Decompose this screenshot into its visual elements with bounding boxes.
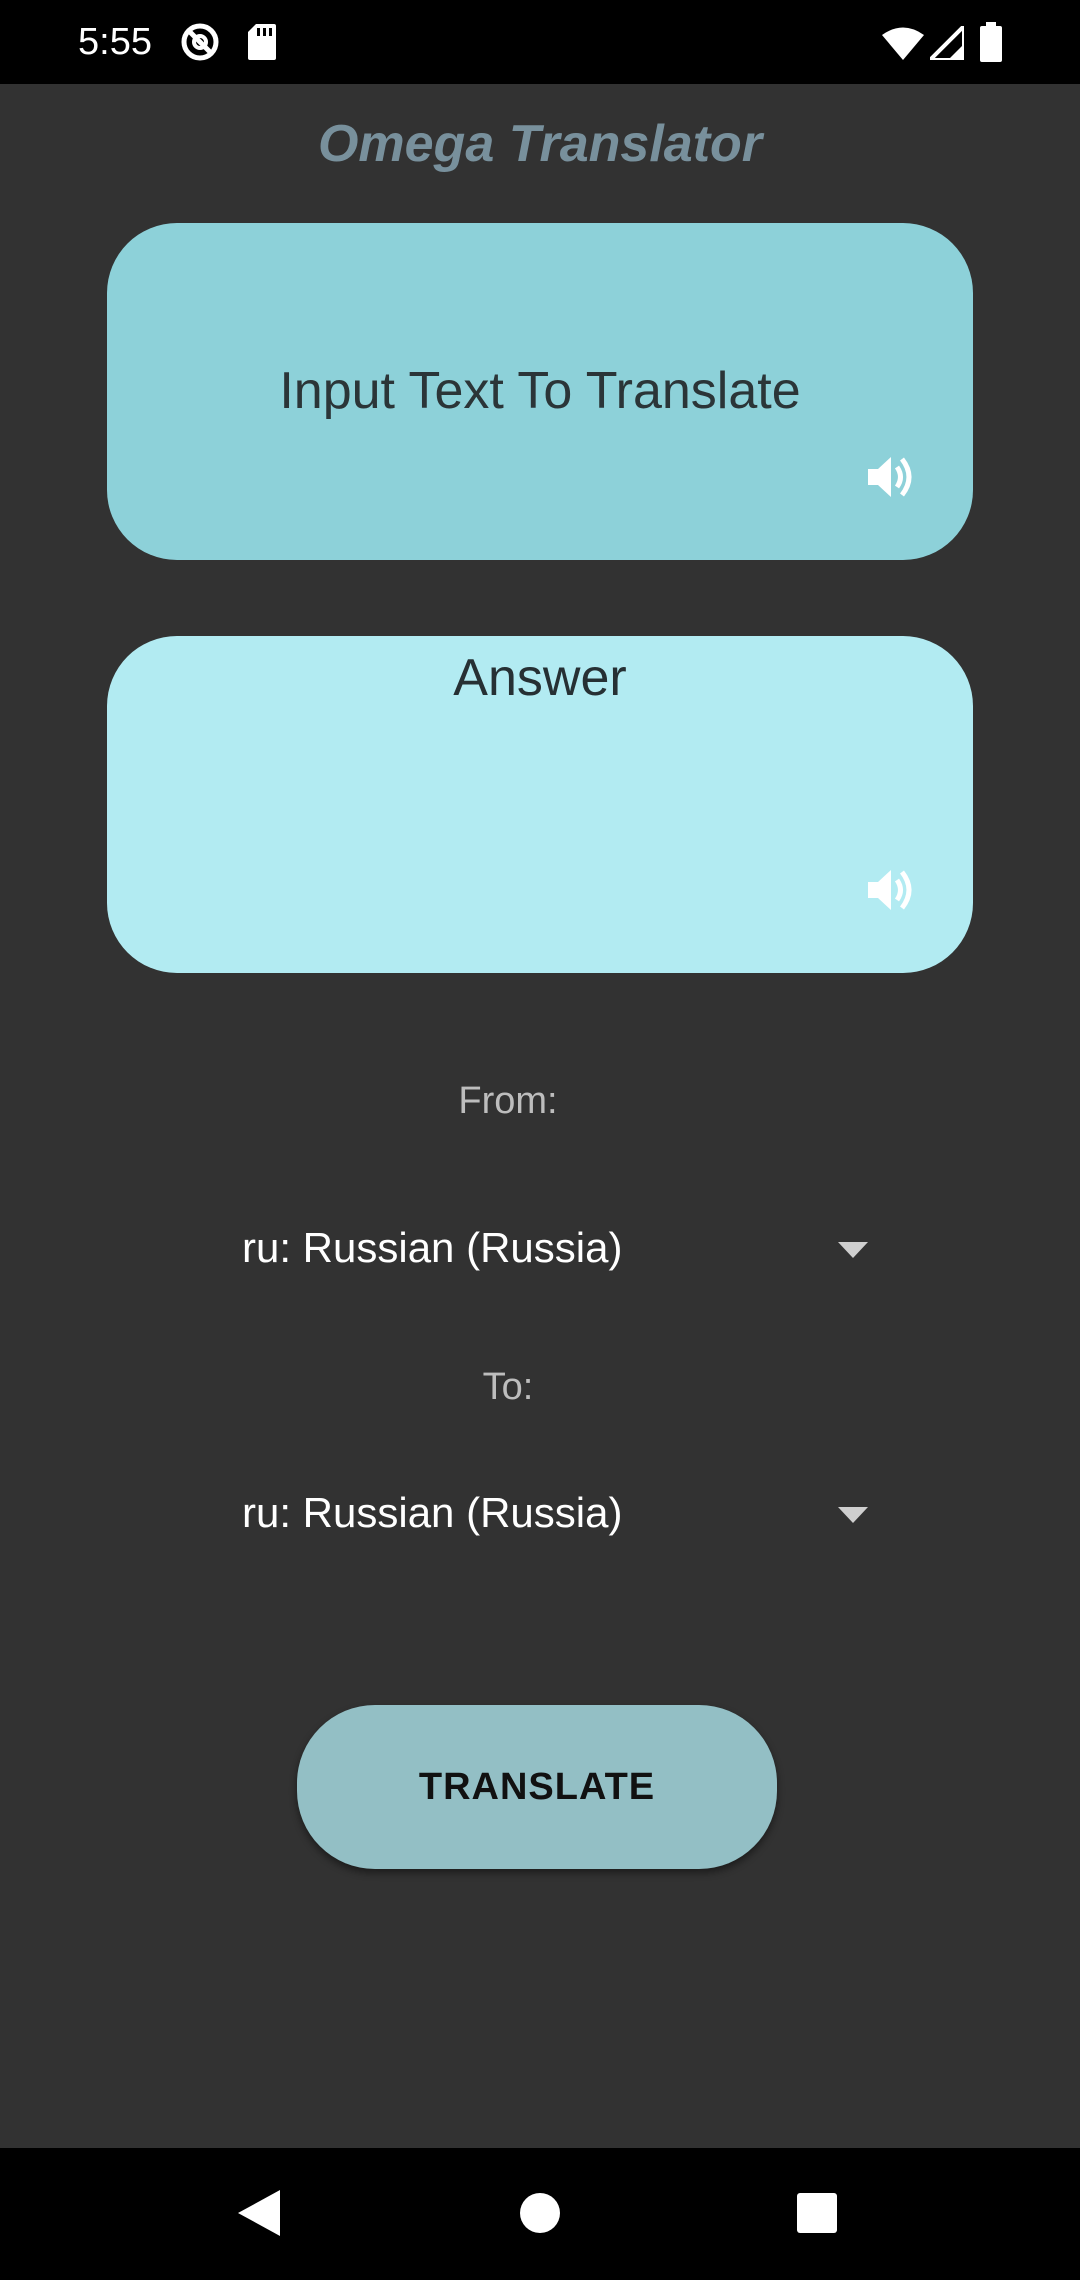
- to-language-value: ru: Russian (Russia): [242, 1489, 623, 1536]
- from-language-value: ru: Russian (Russia): [242, 1224, 623, 1271]
- do-not-disturb-icon: [181, 23, 219, 61]
- from-language-dropdown[interactable]: ru: Russian (Russia): [230, 1206, 880, 1296]
- input-placeholder: Input Text To Translate: [279, 362, 801, 420]
- home-icon[interactable]: [519, 2192, 561, 2234]
- recents-icon[interactable]: [797, 2193, 837, 2233]
- to-language-dropdown[interactable]: ru: Russian (Russia): [230, 1471, 880, 1561]
- answer-field: Answer: [107, 636, 973, 973]
- app-title: Omega Translator: [317, 115, 763, 173]
- status-bar: 5:55: [0, 0, 1080, 84]
- cell-signal-icon: [930, 26, 964, 60]
- volume-icon[interactable]: [864, 451, 916, 503]
- volume-icon[interactable]: [864, 864, 916, 916]
- translate-button[interactable]: TRANSLATE: [297, 1705, 777, 1869]
- status-time: 5:55: [78, 21, 152, 63]
- answer-text: Answer: [453, 649, 627, 707]
- battery-icon: [980, 22, 1002, 62]
- navigation-bar: [0, 2148, 1080, 2280]
- app-content: Omega Translator Input Text To Translate…: [0, 84, 1080, 2148]
- from-label: From:: [458, 1080, 558, 1122]
- sd-card-icon: [248, 24, 276, 60]
- dropdown-arrow-icon: [838, 1507, 868, 1523]
- to-label: To:: [482, 1366, 534, 1408]
- phone-screen: 5:55 Omega Translator Input Text To Tran…: [0, 0, 1080, 2280]
- input-text-field[interactable]: Input Text To Translate: [107, 223, 973, 560]
- dropdown-arrow-icon: [838, 1242, 868, 1258]
- wifi-icon: [882, 27, 924, 60]
- back-icon[interactable]: [238, 2190, 280, 2236]
